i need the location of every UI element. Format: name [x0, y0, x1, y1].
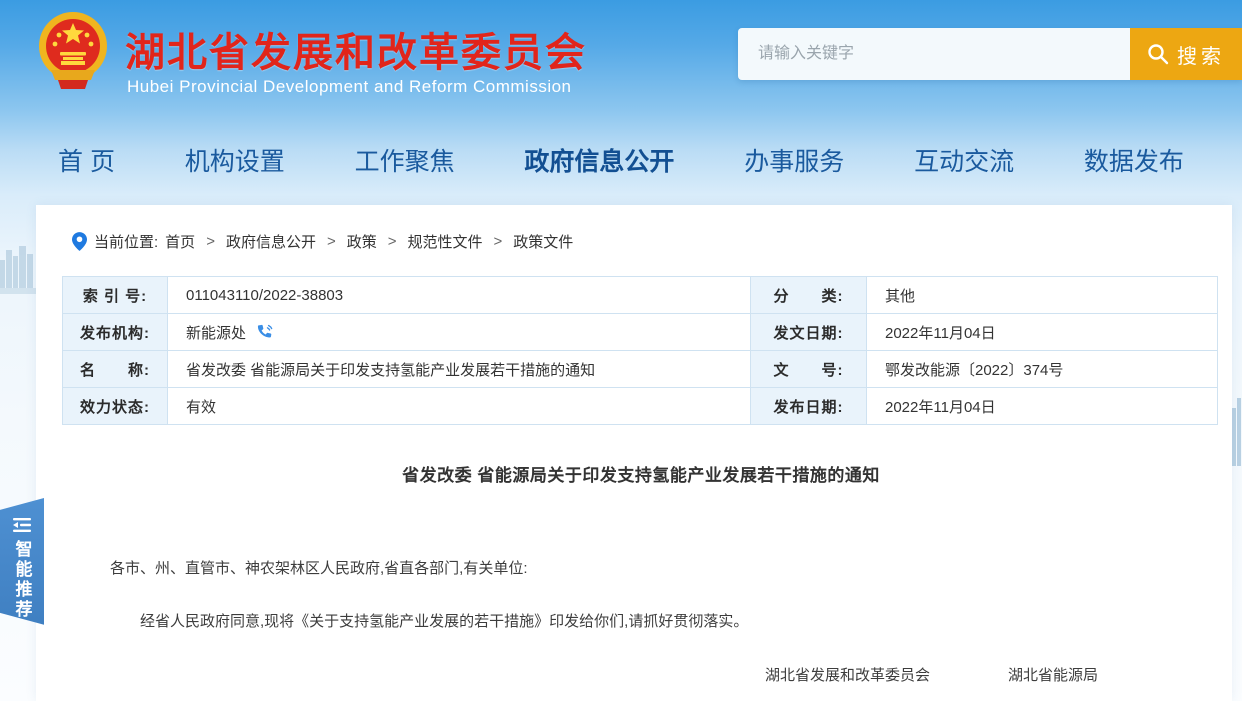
table-row: 名 称: 省发改委 省能源局关于印发支持氢能产业发展若干措施的通知 文 号: 鄂… — [63, 351, 1218, 388]
smart-recommend-ribbon[interactable]: 智能推荐 — [0, 498, 44, 630]
meta-value-doc-number: 鄂发改能源〔2022〕374号 — [867, 351, 1218, 388]
nav-item-interaction[interactable]: 互动交流 — [914, 142, 1014, 178]
list-icon — [13, 518, 31, 532]
main-nav: 首 页 机构设置 工作聚焦 政府信息公开 办事服务 互动交流 数据发布 — [0, 142, 1242, 178]
article: 省发改委 省能源局关于印发支持氢能产业发展若干措施的通知 各市、州、直管市、神农… — [36, 461, 1232, 701]
meta-label-issue-date: 发文日期: — [751, 314, 867, 351]
breadcrumb: 当前位置: 首页 > 政府信息公开 > 政策 > 规范性文件 > 政策文件 — [36, 205, 1232, 252]
breadcrumb-normative-docs[interactable]: 规范性文件 — [408, 231, 483, 252]
signature-block: 湖北省发展和改革委员会 湖北省能源局 — [110, 664, 1172, 685]
breadcrumb-separator: > — [327, 233, 336, 250]
nav-item-organization[interactable]: 机构设置 — [185, 142, 285, 178]
nav-item-gov-info-disclosure[interactable]: 政府信息公开 — [524, 142, 674, 178]
nav-item-services[interactable]: 办事服务 — [744, 142, 844, 178]
meta-label-category: 分 类: — [751, 277, 867, 314]
breadcrumb-prefix: 当前位置: — [94, 231, 158, 252]
page: 湖北省发展和改革委员会 Hubei Provincial Development… — [0, 0, 1242, 701]
meta-label-index-no: 索 引 号: — [63, 277, 168, 314]
meta-value-publish-date: 2022年11月04日 — [867, 388, 1218, 425]
signature-energy-bureau: 湖北省能源局 — [1008, 664, 1098, 685]
salutation-paragraph: 各市、州、直管市、神农架林区人民政府,省直各部门,有关单位: — [110, 558, 1172, 581]
meta-value-validity: 有效 — [168, 388, 751, 425]
breadcrumb-separator: > — [494, 233, 503, 250]
meta-label-title: 名 称: — [63, 351, 168, 388]
table-row: 发布机构: 新能源处 发文日期: 2022年11月04日 — [63, 314, 1218, 351]
body-paragraph: 经省人民政府同意,现将《关于支持氢能产业发展的若干措施》印发给你们,请抓好贯彻落… — [110, 611, 1172, 634]
meta-value-category: 其他 — [867, 277, 1218, 314]
search-icon — [1147, 43, 1169, 65]
breadcrumb-separator: > — [206, 233, 215, 250]
search-button-label: 搜索 — [1177, 40, 1225, 69]
breadcrumb-home[interactable]: 首页 — [165, 231, 195, 252]
meta-label-doc-number: 文 号: — [751, 351, 867, 388]
phone-contact-icon[interactable] — [256, 324, 273, 341]
search-input[interactable] — [738, 28, 1130, 80]
location-pin-icon — [72, 232, 87, 251]
meta-value-index-no: 011043110/2022-38803 — [168, 277, 751, 314]
issuing-org-text: 新能源处 — [186, 325, 246, 342]
skyline-decoration-right — [1232, 398, 1242, 468]
national-emblem-logo — [38, 8, 108, 100]
document-meta-table: 索 引 号: 011043110/2022-38803 分 类: 其他 发布机构… — [62, 276, 1218, 425]
meta-label-validity: 效力状态: — [63, 388, 168, 425]
meta-value-issuing-org: 新能源处 — [168, 314, 751, 351]
breadcrumb-separator: > — [388, 233, 397, 250]
search-bar: 搜索 — [738, 28, 1242, 80]
breadcrumb-gov-info[interactable]: 政府信息公开 — [226, 231, 316, 252]
ribbon-label: 智能推荐 — [10, 540, 35, 620]
nav-item-work-focus[interactable]: 工作聚焦 — [355, 142, 455, 178]
nav-item-data-release[interactable]: 数据发布 — [1084, 142, 1184, 178]
content-card: 当前位置: 首页 > 政府信息公开 > 政策 > 规范性文件 > 政策文件 索 … — [36, 205, 1232, 701]
meta-label-publish-date: 发布日期: — [751, 388, 867, 425]
meta-label-issuing-org: 发布机构: — [63, 314, 168, 351]
signature-ndrc: 湖北省发展和改革委员会 — [765, 664, 930, 685]
nav-item-home[interactable]: 首 页 — [58, 142, 115, 178]
meta-value-issue-date: 2022年11月04日 — [867, 314, 1218, 351]
meta-value-title: 省发改委 省能源局关于印发支持氢能产业发展若干措施的通知 — [168, 351, 751, 388]
table-row: 索 引 号: 011043110/2022-38803 分 类: 其他 — [63, 277, 1218, 314]
breadcrumb-policy[interactable]: 政策 — [347, 231, 377, 252]
search-button[interactable]: 搜索 — [1130, 28, 1242, 80]
site-title: 湖北省发展和改革委员会 — [125, 20, 587, 78]
table-row: 效力状态: 有效 发布日期: 2022年11月04日 — [63, 388, 1218, 425]
skyline-decoration-left — [0, 242, 36, 294]
site-subtitle: Hubei Provincial Development and Reform … — [127, 77, 572, 97]
document-title: 省发改委 省能源局关于印发支持氢能产业发展若干措施的通知 — [110, 461, 1172, 486]
breadcrumb-policy-docs[interactable]: 政策文件 — [513, 231, 573, 252]
